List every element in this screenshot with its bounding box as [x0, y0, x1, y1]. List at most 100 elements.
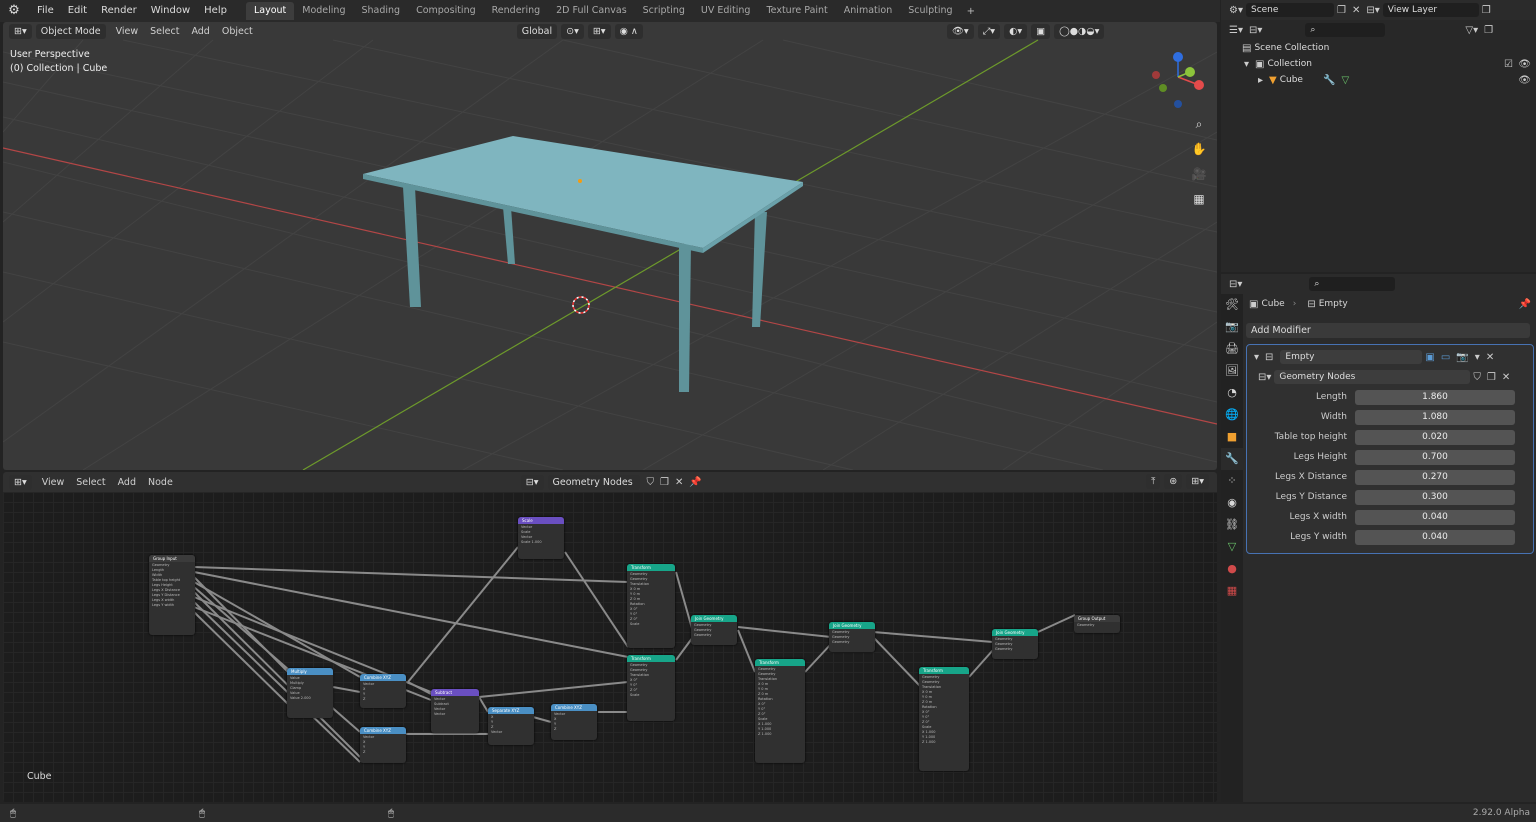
filter-icon[interactable]: ▽▾	[1465, 25, 1478, 36]
node-menu-node[interactable]: Node	[142, 477, 179, 488]
node-group-output[interactable]: Group Output Geometry	[1074, 615, 1120, 633]
particles-tab-icon[interactable]: ⁘	[1221, 470, 1243, 492]
blender-logo-icon[interactable]: ⚙	[6, 3, 22, 19]
texture-tab-icon[interactable]: ▦	[1221, 580, 1243, 602]
tab-sculpting[interactable]: Sculpting	[900, 2, 960, 20]
node-transform3[interactable]: Transform Geometry Geometry Translation X 0 …	[755, 659, 805, 763]
node-overlay-icon[interactable]: ⊞▾	[1186, 474, 1209, 489]
node-join3[interactable]: Join Geometry Geometry Geometry Geometry	[992, 629, 1038, 659]
menu-window[interactable]: Window	[144, 0, 197, 22]
node-editor-type-button[interactable]: ⊞▾	[9, 474, 32, 490]
outliner-type-icon[interactable]: ☰▾	[1229, 25, 1243, 36]
pin-icon[interactable]: 📌	[1519, 299, 1531, 310]
camera-icon[interactable]: 🎥	[1189, 164, 1209, 184]
gizmo-toggle[interactable]: ⤢▾	[977, 23, 1001, 39]
input-value-field[interactable]: 0.020	[1355, 429, 1515, 445]
modifier-icon[interactable]: 🔧	[1323, 75, 1335, 86]
view-layer-icon[interactable]: ⊟▾	[1366, 5, 1379, 16]
tab-compositing[interactable]: Compositing	[408, 2, 484, 20]
add-workspace-button[interactable]: +	[961, 6, 981, 17]
outliner-scene-collection[interactable]: ▤ Scene Collection	[1221, 40, 1536, 56]
realtime-toggle-icon[interactable]: ▭	[1441, 352, 1450, 363]
menu-help[interactable]: Help	[197, 0, 234, 22]
outliner-search-input[interactable]: ⌕	[1305, 23, 1386, 37]
node-menu-view[interactable]: View	[36, 477, 71, 488]
view-layer-field[interactable]: View Layer	[1382, 3, 1479, 17]
node-transform2[interactable]: Transform Geometry Geometry Translation X 0°…	[627, 655, 675, 721]
input-value-field[interactable]: 0.040	[1355, 529, 1515, 545]
collapse-arrow-icon[interactable]: ▾	[1254, 352, 1259, 363]
modifier-name-field[interactable]: Empty	[1280, 350, 1423, 364]
unlink-icon[interactable]: ✕	[675, 477, 683, 488]
checkbox-icon[interactable]: ☑	[1504, 59, 1513, 70]
properties-search-input[interactable]: ⌕	[1309, 277, 1396, 291]
object-mode-dropdown[interactable]: Object Mode	[35, 23, 106, 39]
menu-file[interactable]: File	[30, 0, 61, 22]
tab-layout[interactable]: Layout	[245, 2, 295, 20]
new-view-layer-icon[interactable]: ❐	[1482, 5, 1491, 16]
mesh-data-icon[interactable]: ▽	[1341, 75, 1349, 86]
scene-icon[interactable]: ⚙▾	[1229, 5, 1243, 16]
menu-object[interactable]: Object	[216, 26, 259, 37]
node-combine2[interactable]: Combine XYZ Vector X Y Z	[360, 727, 406, 763]
output-tab-icon[interactable]: 🖨	[1221, 338, 1243, 360]
node-group-input[interactable]: Group Input Geometry Length Width Table top …	[149, 555, 195, 635]
expand-arrow-icon[interactable]: ▸	[1258, 75, 1263, 86]
node-group-field[interactable]: Geometry Nodes	[1274, 370, 1471, 384]
tab-animation[interactable]: Animation	[836, 2, 900, 20]
node-tree-browse-button[interactable]: ⊟▾	[520, 474, 544, 490]
fake-user-icon[interactable]: ⛉	[647, 477, 655, 488]
duplicate-icon[interactable]: ❐	[1487, 372, 1496, 383]
hand-icon[interactable]: ✋	[1189, 139, 1209, 159]
pin-icon[interactable]: 📌	[689, 477, 701, 488]
editor-type-button[interactable]: ⊞▾	[9, 23, 32, 39]
data-tab-icon[interactable]: ▽	[1221, 536, 1243, 558]
node-join2[interactable]: Join Geometry Geometry Geometry Geometry	[829, 622, 875, 652]
input-value-field[interactable]: 1.080	[1355, 409, 1515, 425]
tab-2d-full-canvas[interactable]: 2D Full Canvas	[548, 2, 635, 20]
display-mode-icon[interactable]: ⊟▾	[1249, 25, 1262, 36]
grid-icon[interactable]: ▦	[1189, 189, 1209, 209]
node-combine3[interactable]: Combine XYZ Vector X Y Z	[551, 704, 597, 740]
render-toggle-icon[interactable]: 📷	[1456, 352, 1468, 363]
node-transform4[interactable]: Transform Geometry Geometry Translation X 0 …	[919, 667, 969, 771]
constraints-tab-icon[interactable]: ⛓	[1221, 514, 1243, 536]
object-tab-icon[interactable]: ■	[1221, 426, 1243, 448]
node-snap-icon[interactable]: ⊛	[1164, 474, 1183, 489]
expand-arrow-icon[interactable]: ▾	[1244, 59, 1249, 70]
view-layer-tab-icon[interactable]: 🖼	[1221, 360, 1243, 382]
remove-modifier-icon[interactable]: ✕	[1486, 352, 1494, 363]
shading-modes[interactable]: ◯●◑◒▾	[1054, 23, 1105, 39]
node-transform1[interactable]: Transform Geometry Geometry Translation X 0 …	[627, 564, 675, 648]
node-join1[interactable]: Join Geometry Geometry Geometry Geometry	[691, 615, 737, 645]
input-value-field[interactable]: 1.860	[1355, 389, 1515, 405]
input-value-field[interactable]: 0.040	[1355, 509, 1515, 525]
scene-tab-icon[interactable]: ◔	[1221, 382, 1243, 404]
node-scale[interactable]: Scale Vector Scale Vector Scale 1.000	[518, 517, 564, 559]
modifier-menu-icon[interactable]: ▾	[1475, 352, 1480, 363]
node-group-browse-icon[interactable]: ⊟▾	[1258, 372, 1271, 383]
menu-select[interactable]: Select	[144, 26, 185, 37]
physics-tab-icon[interactable]: ◉	[1221, 492, 1243, 514]
node-tree-name-field[interactable]: Geometry Nodes	[547, 474, 640, 490]
world-tab-icon[interactable]: 🌐	[1221, 404, 1243, 426]
node-menu-select[interactable]: Select	[70, 477, 111, 488]
pivot-dropdown[interactable]: ⊙▾	[561, 23, 584, 39]
table-mesh[interactable]	[363, 136, 803, 392]
orientation-dropdown[interactable]: Global	[516, 23, 558, 39]
input-value-field[interactable]: 0.300	[1355, 489, 1515, 505]
node-separate[interactable]: Separate XYZ X Y Z Vector	[488, 707, 534, 745]
tab-uv-editing[interactable]: UV Editing	[693, 2, 759, 20]
scene-field[interactable]: Scene	[1245, 3, 1334, 17]
modifier-tab-icon[interactable]: 🔧	[1221, 448, 1243, 470]
navigation-gizmo[interactable]	[1152, 52, 1204, 108]
tab-texture-paint[interactable]: Texture Paint	[758, 2, 835, 20]
zoom-icon[interactable]: ⌕	[1189, 114, 1209, 134]
input-value-field[interactable]: 0.270	[1355, 469, 1515, 485]
fake-user-icon[interactable]: ⛉	[1473, 372, 1481, 383]
snap-toggle[interactable]: ⊞▾	[587, 23, 611, 39]
duplicate-icon[interactable]: ❐	[660, 477, 669, 488]
edit-mode-toggle-icon[interactable]: ▣	[1425, 352, 1434, 363]
unlink-icon[interactable]: ✕	[1502, 372, 1510, 383]
new-scene-icon[interactable]: ❐	[1337, 5, 1346, 16]
